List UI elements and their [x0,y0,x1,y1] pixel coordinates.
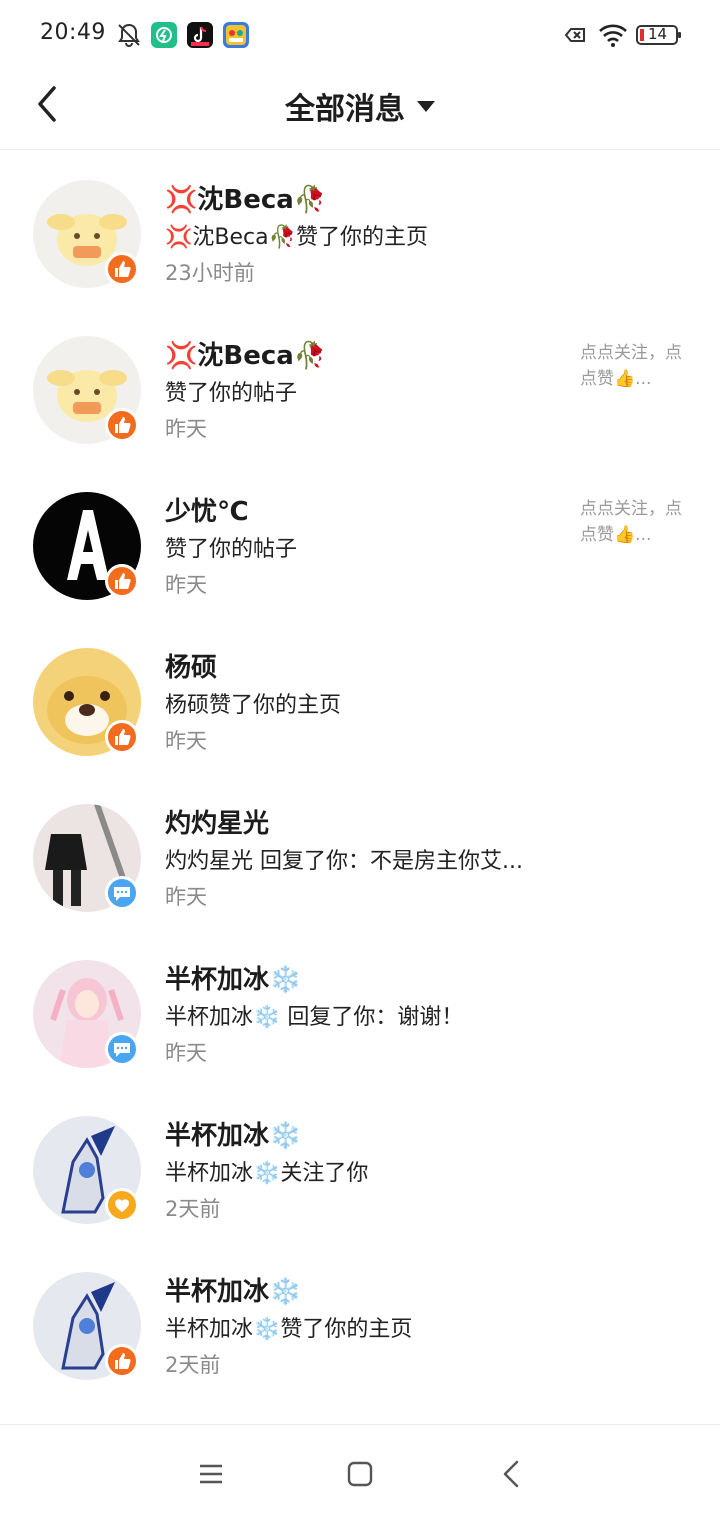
sender-name: 杨硕 [165,653,218,683]
comment-icon [114,1043,130,1057]
message-time: 2天前 [165,1353,221,1377]
reply-badge [105,876,139,910]
message-item[interactable]: 💢沈Beca🥀 💢沈Beca🥀赞了你的主页 23小时前 [0,150,720,306]
top-bar: 全部消息 [0,70,720,150]
system-nav-bar [0,1424,720,1520]
message-time: 昨天 [165,1041,207,1065]
back-triangle-icon [503,1460,519,1488]
menu-button[interactable] [196,1459,226,1489]
back-nav-button[interactable] [497,1459,527,1489]
caret-down-icon [417,100,435,112]
heart-icon [115,1199,129,1212]
message-text: 赞了你的帖子 [165,381,298,406]
message-text: 半杯加冰❄️ 回复了你：谢谢！ [165,1005,464,1030]
message-text: 半杯加冰❄️关注了你 [165,1161,369,1186]
message-item[interactable]: 少忧℃ 赞了你的帖子 昨天 点点关注，点点赞👍... [0,462,720,618]
message-time: 昨天 [165,729,207,753]
follow-badge [105,1188,139,1222]
sender-name: 💢沈Beca🥀 [165,185,327,215]
message-text: 赞了你的帖子 [165,537,298,562]
sender-name: 半杯加冰❄️ [165,1277,302,1307]
page-title: 全部消息 [285,92,405,127]
message-time: 昨天 [165,885,207,909]
title-dropdown[interactable]: 全部消息 [0,84,720,128]
sender-name: 灼灼星光 [165,809,270,839]
message-item[interactable]: 半杯加冰❄️ 半杯加冰❄️关注了你 2天前 [0,1086,720,1242]
message-time: 23小时前 [165,261,255,285]
thumbs-up-icon [115,729,131,745]
message-item[interactable]: 半杯加冰❄️ 半杯加冰❄️赞了你的主页 2天前 [0,1242,720,1398]
message-text: 灼灼星光 回复了你：不是房主你艾... [165,849,523,874]
like-badge [105,720,139,754]
message-text: 💢沈Beca🥀赞了你的主页 [165,225,428,250]
message-time: 2天前 [165,1197,221,1221]
message-time: 昨天 [165,573,207,597]
menu-icon [200,1464,222,1484]
mute-bell-icon [116,22,142,48]
reply-badge [105,1032,139,1066]
message-item[interactable]: 杨硕 杨硕赞了你的主页 昨天 [0,618,720,774]
message-text: 杨硕赞了你的主页 [165,693,342,718]
thumbs-up-icon [115,1353,131,1369]
sender-name: 半杯加冰❄️ [165,965,302,995]
message-item[interactable]: 半杯加冰❄️ 半杯加冰❄️ 回复了你：谢谢！ 昨天 [0,930,720,1086]
like-badge [105,1344,139,1378]
message-text: 半杯加冰❄️赞了你的主页 [165,1317,413,1342]
home-square-icon [347,1461,373,1487]
sender-name: 💢沈Beca🥀 [165,341,327,371]
message-item[interactable]: 💢沈Beca🥀 赞了你的帖子 昨天 点点关注，点点赞👍... [0,306,720,462]
app-icon-green [151,22,177,48]
home-button[interactable] [345,1459,375,1489]
app-icon-tiktok [187,22,213,48]
sender-name: 半杯加冰❄️ [165,1121,302,1151]
status-bar: 20:49 14 [0,0,720,70]
post-preview-text[interactable]: 点点关注，点点赞👍... [580,340,690,392]
wifi-icon [598,22,628,48]
message-list: 💢沈Beca🥀 💢沈Beca🥀赞了你的主页 23小时前 💢沈Beca🥀 赞了你的… [0,150,720,1398]
thumbs-up-icon [115,573,131,589]
like-badge [105,408,139,442]
app-icon-game [223,22,249,48]
status-time: 20:49 [40,20,106,45]
message-time: 昨天 [165,417,207,441]
thumbs-up-icon [115,417,131,433]
like-badge [105,564,139,598]
sender-name: 少忧℃ [165,497,249,527]
battery-icon: 14 [636,22,682,48]
post-preview-text[interactable]: 点点关注，点点赞👍... [580,496,690,548]
sim-no-signal-icon [562,22,588,48]
battery-level: 14 [648,25,668,43]
thumbs-up-icon [115,261,131,277]
like-badge [105,252,139,286]
message-item[interactable]: 灼灼星光 灼灼星光 回复了你：不是房主你艾... 昨天 [0,774,720,930]
comment-icon [114,887,130,901]
